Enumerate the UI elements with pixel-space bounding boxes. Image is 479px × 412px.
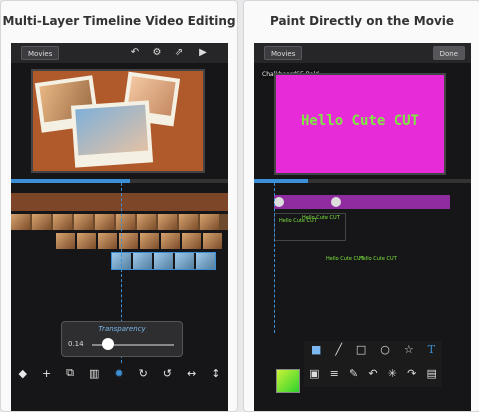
copy-icon[interactable]: ⧉ — [66, 366, 74, 380]
save-icon[interactable]: ▤ — [427, 367, 437, 380]
right-app-screen: Movies Done ChalkboardSE-Bold Hello Cute… — [254, 43, 471, 411]
rotate-icon[interactable]: ↺ — [163, 367, 172, 380]
rectangle-icon[interactable]: □ — [356, 343, 366, 356]
text-icon[interactable]: T — [428, 343, 435, 356]
playback-progress-right — [254, 179, 309, 183]
share-icon[interactable]: ⇗ — [173, 47, 185, 59]
stretch-horizontal-icon[interactable]: ↔ — [187, 367, 196, 380]
redo-icon[interactable]: ↻ — [139, 367, 148, 380]
redo-icon-right[interactable]: ↷ — [407, 367, 416, 380]
gear-icon[interactable]: ⚙ — [151, 47, 163, 59]
paint-canvas[interactable]: Hello Cute CUT — [274, 73, 446, 175]
play-icon[interactable]: ▶ — [197, 47, 209, 59]
left-caption: Multi-Layer Timeline Video Editing — [2, 14, 236, 28]
video-track-2[interactable] — [11, 214, 228, 230]
right-caption: Paint Directly on the Movie — [269, 14, 455, 28]
brush-icon[interactable]: ✎ — [349, 367, 358, 380]
lines-icon[interactable]: ≡ — [330, 367, 339, 380]
arrow-left-icon[interactable]: ◆ — [18, 367, 26, 380]
transparency-label: Transparency — [98, 325, 146, 333]
playhead-line-right[interactable] — [274, 183, 276, 333]
undo-icon[interactable]: ↶ — [129, 47, 141, 59]
clip-label-4[interactable]: Hello Cute CUT — [359, 256, 397, 262]
ellipse-icon[interactable]: ○ — [380, 343, 390, 356]
playback-progress — [11, 179, 131, 183]
paint-tool-palette: ■ ╱ □ ○ ☆ T ▣ ≡ ✎ ↶ ✳ ↷ ▤ — [304, 341, 442, 387]
transparency-value: 0.14 — [68, 340, 84, 348]
image-icon[interactable]: ▣ — [309, 367, 319, 380]
undo-icon-right[interactable]: ↶ — [368, 367, 377, 380]
movies-button[interactable]: Movies — [21, 46, 60, 60]
timeline-ruler-right[interactable] — [254, 179, 471, 183]
clip-end-handle[interactable] — [331, 197, 341, 207]
brightness-icon[interactable]: ✹ — [114, 367, 123, 380]
left-screenshot-panel: Multi-Layer Timeline Video Editing Movie… — [0, 0, 238, 412]
sparkle-icon[interactable]: ✳ — [388, 367, 397, 380]
video-track-1[interactable] — [11, 193, 228, 211]
video-track-3[interactable] — [11, 233, 228, 249]
color-swatch[interactable] — [276, 369, 300, 393]
transparency-popup: Transparency 0.14 — [61, 321, 183, 357]
photo-collage-3 — [70, 100, 154, 168]
video-track-4[interactable] — [11, 252, 228, 270]
add-icon[interactable]: + — [42, 367, 51, 380]
left-toolbar: Movies ↶ ⚙ ⇗ ▶ — [11, 43, 228, 63]
canvas-text[interactable]: Hello Cute CUT — [276, 113, 444, 129]
fill-rect-icon[interactable]: ■ — [311, 343, 321, 356]
stretch-vertical-icon[interactable]: ↕ — [211, 367, 220, 380]
left-app-screen: Movies ↶ ⚙ ⇗ ▶ Transparency 0.14 ◆ + ⧉ ▥… — [11, 43, 228, 411]
trash-icon[interactable]: ▥ — [89, 367, 99, 380]
done-button[interactable]: Done — [432, 46, 465, 60]
left-bottom-toolbar: ◆ + ⧉ ▥ ✹ ↻ ↺ ↔ ↕ — [11, 365, 228, 381]
star-icon[interactable]: ☆ — [404, 343, 414, 356]
timeline-ruler[interactable] — [11, 179, 228, 183]
transparency-slider-knob[interactable] — [102, 338, 115, 350]
right-toolbar: Movies Done — [254, 43, 471, 63]
paint-clip-track[interactable] — [274, 195, 450, 209]
video-preview[interactable] — [31, 69, 205, 173]
line-icon[interactable]: ╱ — [335, 343, 342, 356]
movies-button-right[interactable]: Movies — [264, 46, 303, 60]
clip-label-2[interactable]: Hello Cute CUT — [302, 215, 340, 221]
right-screenshot-panel: Paint Directly on the Movie Movies Done … — [243, 0, 479, 412]
